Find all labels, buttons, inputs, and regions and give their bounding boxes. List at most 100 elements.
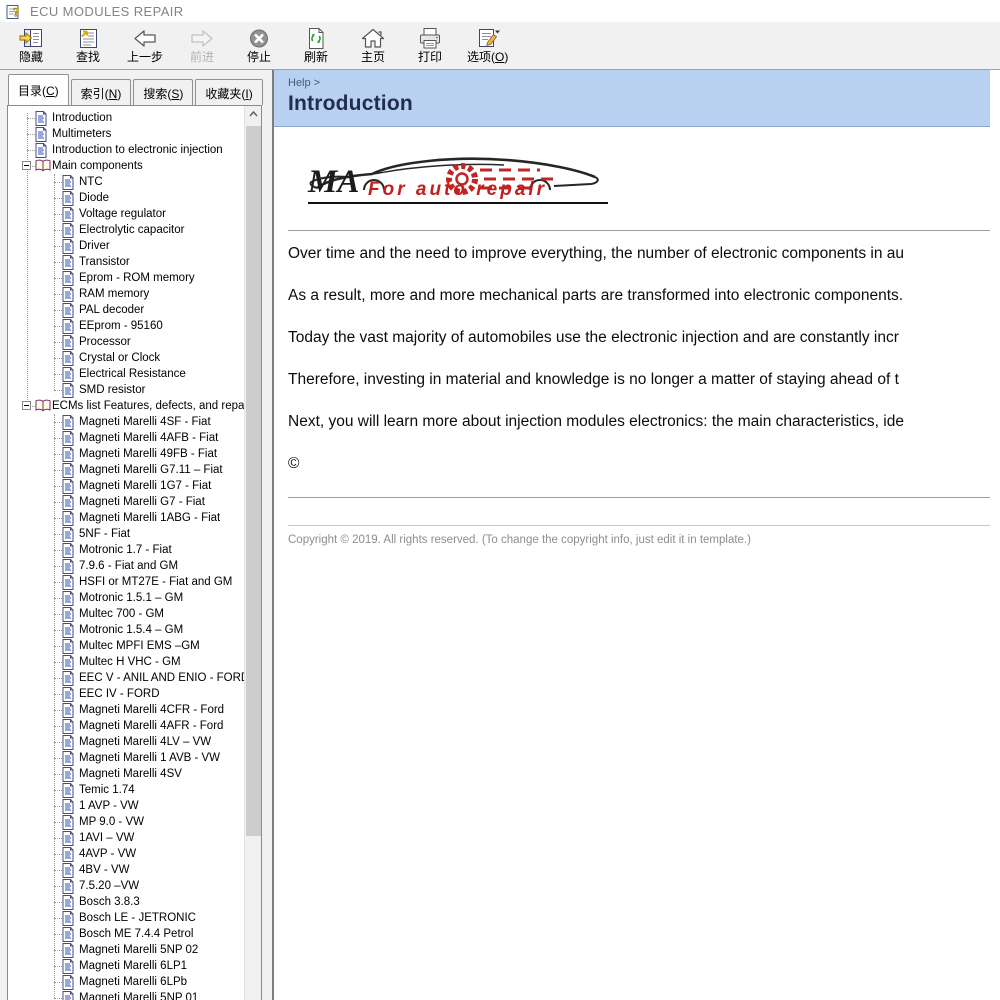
toolbar-button-home[interactable]: 主页 [346, 24, 400, 67]
tree-item-label[interactable]: Bosch LE - JETRONIC [79, 910, 196, 926]
tree-item-label[interactable]: Magneti Marelli 4AFR - Ford [79, 718, 223, 734]
tree-item-label[interactable]: 4BV - VW [79, 862, 129, 878]
tree-item-label[interactable]: Main components [52, 158, 143, 174]
tree-item-label[interactable]: MP 9.0 - VW [79, 814, 144, 830]
toolbar-button-back[interactable]: 上一步 [118, 24, 172, 67]
tree-item[interactable]: Magneti Marelli 4CFR - Ford [8, 702, 244, 718]
toolbar-button-print[interactable]: 打印 [403, 24, 457, 67]
tree-item[interactable]: Magneti Marelli 1ABG - Fiat [8, 510, 244, 526]
tree-item-label[interactable]: Magneti Marelli 1G7 - Fiat [79, 478, 211, 494]
tree-item[interactable]: Multimeters [8, 126, 244, 142]
tree-item[interactable]: Introduction to electronic injection [8, 142, 244, 158]
tree-item[interactable]: Eprom - ROM memory [8, 270, 244, 286]
tree-item-label[interactable]: 1 AVP - VW [79, 798, 139, 814]
tree-item[interactable]: Voltage regulator [8, 206, 244, 222]
tab-contents[interactable]: 目录(C) [8, 74, 69, 105]
tree-item[interactable]: Motronic 1.5.1 – GM [8, 590, 244, 606]
tree-item-label[interactable]: Multec H VHC - GM [79, 654, 181, 670]
tree-item-label[interactable]: Multec MPFI EMS –GM [79, 638, 200, 654]
tree-item-label[interactable]: Driver [79, 238, 110, 254]
tree-item[interactable]: HSFI or MT27E - Fiat and GM [8, 574, 244, 590]
tree-scrollbar[interactable] [244, 106, 261, 1000]
toolbar-button-find[interactable]: 查找 [61, 24, 115, 67]
tree-item-label[interactable]: Motronic 1.5.4 – GM [79, 622, 183, 638]
tree-item[interactable]: Multec MPFI EMS –GM [8, 638, 244, 654]
tree-item[interactable]: Magneti Marelli 4AFB - Fiat [8, 430, 244, 446]
tree-item[interactable]: Processor [8, 334, 244, 350]
tree-item-label[interactable]: ECMs list Features, defects, and repair [52, 398, 244, 414]
tree-item-label[interactable]: Temic 1.74 [79, 782, 135, 798]
tab-index[interactable]: 索引(N) [71, 79, 132, 105]
tree-item-label[interactable]: EEC V - ANIL AND ENIO - FORD [79, 670, 244, 686]
toolbar-button-hide[interactable]: 隐藏 [4, 24, 58, 67]
tree-item-label[interactable]: Processor [79, 334, 131, 350]
tree-item-label[interactable]: RAM memory [79, 286, 149, 302]
tree-item-label[interactable]: Introduction to electronic injection [52, 142, 223, 158]
tree-item[interactable]: 7.9.6 - Fiat and GM [8, 558, 244, 574]
tree-item-label[interactable]: Magneti Marelli 4SV [79, 766, 182, 782]
tree-item-label[interactable]: Magneti Marelli 4AFB - Fiat [79, 430, 218, 446]
tree-item[interactable]: Magneti Marelli 1G7 - Fiat [8, 478, 244, 494]
tree-item[interactable]: 5NF - Fiat [8, 526, 244, 542]
tab-search[interactable]: 搜索(S) [133, 79, 193, 105]
tree-item-label[interactable]: Voltage regulator [79, 206, 166, 222]
tree-item-label[interactable]: Magneti Marelli 5NP 01 [79, 990, 198, 1000]
tree-item-label[interactable]: Multimeters [52, 126, 111, 142]
tree-item[interactable]: 1 AVP - VW [8, 798, 244, 814]
tree-item[interactable]: Magneti Marelli 1 AVB - VW [8, 750, 244, 766]
tree-item-label[interactable]: Magneti Marelli 4CFR - Ford [79, 702, 224, 718]
tree-item[interactable]: Magneti Marelli 6LP1 [8, 958, 244, 974]
tree-item-label[interactable]: 5NF - Fiat [79, 526, 130, 542]
toolbar-button-stop[interactable]: 停止 [232, 24, 286, 67]
tree-item-label[interactable]: Bosch ME 7.4.4 Petrol [79, 926, 193, 942]
tree-item-label[interactable]: Multec 700 - GM [79, 606, 164, 622]
tree-item[interactable]: 1AVI – VW [8, 830, 244, 846]
tree-item[interactable]: RAM memory [8, 286, 244, 302]
tree-item-label[interactable]: Magneti Marelli 1 AVB - VW [79, 750, 220, 766]
tree-item-label[interactable]: Magneti Marelli 5NP 02 [79, 942, 198, 958]
tree-item[interactable]: EEC V - ANIL AND ENIO - FORD [8, 670, 244, 686]
tree-item[interactable]: Electrolytic capacitor [8, 222, 244, 238]
tree-item-label[interactable]: Magneti Marelli 4LV – VW [79, 734, 211, 750]
tree-item[interactable]: Magneti Marelli 49FB - Fiat [8, 446, 244, 462]
tree-item[interactable]: Magneti Marelli 4LV – VW [8, 734, 244, 750]
breadcrumb[interactable]: Help > [288, 77, 990, 89]
tree-item[interactable]: EEprom - 95160 [8, 318, 244, 334]
tree-item-label[interactable]: Introduction [52, 110, 112, 126]
tree-item-label[interactable]: Magneti Marelli 1ABG - Fiat [79, 510, 220, 526]
tree-item-label[interactable]: 7.9.6 - Fiat and GM [79, 558, 178, 574]
tree-item-label[interactable]: Motronic 1.5.1 – GM [79, 590, 183, 606]
tree-item[interactable]: Bosch 3.8.3 [8, 894, 244, 910]
tree-item[interactable]: Bosch LE - JETRONIC [8, 910, 244, 926]
tree-item-label[interactable]: Magneti Marelli 6LP1 [79, 958, 187, 974]
collapse-minus-icon[interactable] [22, 401, 31, 410]
tree-item[interactable]: Magneti Marelli 4SF - Fiat [8, 414, 244, 430]
tree-item[interactable]: Temic 1.74 [8, 782, 244, 798]
tree-item[interactable]: Magneti Marelli 6LPb [8, 974, 244, 990]
tree-item[interactable]: Crystal or Clock [8, 350, 244, 366]
tree-item-label[interactable]: Crystal or Clock [79, 350, 160, 366]
tree-item-label[interactable]: EEC IV - FORD [79, 686, 160, 702]
tree-item[interactable]: SMD resistor [8, 382, 244, 398]
tree-item-label[interactable]: Magneti Marelli G7.11 – Fiat [79, 462, 223, 478]
tree-item-label[interactable]: Magneti Marelli 49FB - Fiat [79, 446, 217, 462]
tree-item[interactable]: 7.5.20 –VW [8, 878, 244, 894]
tree-item-label[interactable]: Electrolytic capacitor [79, 222, 184, 238]
tree-item-label[interactable]: PAL decoder [79, 302, 144, 318]
tree-item[interactable]: NTC [8, 174, 244, 190]
toolbar-button-options[interactable]: 选项(O) [460, 24, 515, 67]
tree-item-label[interactable]: Magneti Marelli 4SF - Fiat [79, 414, 211, 430]
tree-item[interactable]: Magneti Marelli 5NP 02 [8, 942, 244, 958]
tree-item[interactable]: Magneti Marelli G7.11 – Fiat [8, 462, 244, 478]
tree-item[interactable]: Introduction [8, 110, 244, 126]
tree-item[interactable]: MP 9.0 - VW [8, 814, 244, 830]
tree-item-label[interactable]: Electrical Resistance [79, 366, 186, 382]
toolbar-button-refresh[interactable]: 刷新 [289, 24, 343, 67]
tree-item-label[interactable]: Diode [79, 190, 109, 206]
collapse-minus-icon[interactable] [22, 161, 31, 170]
tree-item-label[interactable]: EEprom - 95160 [79, 318, 163, 334]
tab-favorites[interactable]: 收藏夹(I) [195, 79, 262, 105]
tree-item[interactable]: Motronic 1.7 - Fiat [8, 542, 244, 558]
tree-item-label[interactable]: Eprom - ROM memory [79, 270, 195, 286]
tree-item-label[interactable]: Motronic 1.7 - Fiat [79, 542, 172, 558]
